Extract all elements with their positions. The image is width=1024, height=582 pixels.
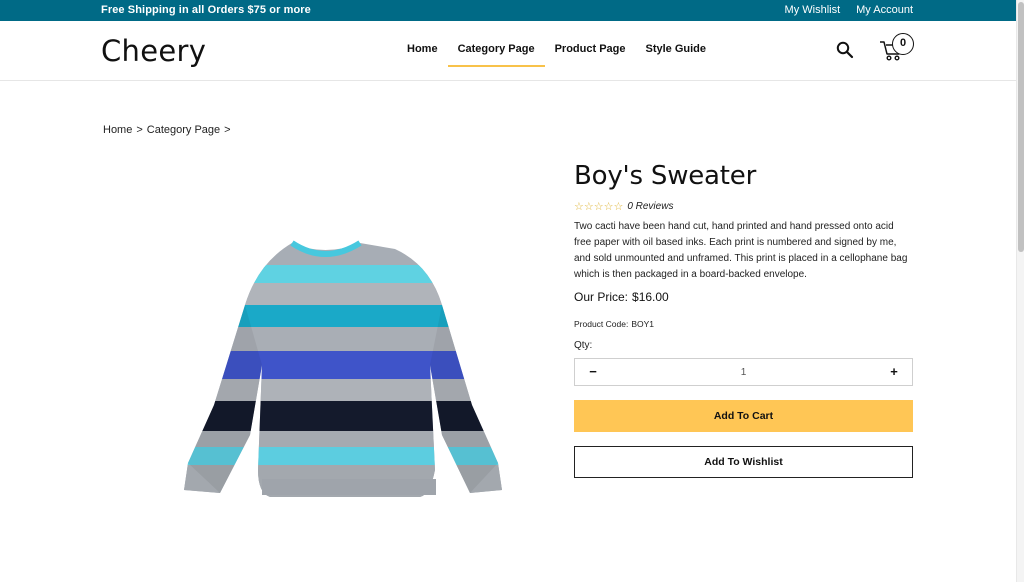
account-links: My Wishlist My Account (785, 4, 913, 16)
page-scrollbar[interactable] (1016, 0, 1024, 582)
breadcrumb-category-page[interactable]: Category Page (147, 124, 220, 136)
site-header: Cheery Home Category Page Product Page S… (0, 21, 1016, 81)
search-icon[interactable] (836, 41, 854, 59)
breadcrumb: Home > Category Page > (103, 124, 231, 136)
qty-label: Qty: (574, 340, 593, 351)
product-code-row: Product Code: BOY1 (574, 319, 913, 329)
product-image (180, 235, 505, 500)
add-to-cart-button[interactable]: Add To Cart (574, 400, 913, 432)
qty-input[interactable] (643, 366, 844, 378)
free-shipping-text: Free Shipping in all Orders $75 or more (101, 4, 311, 16)
product-code-value: BOY1 (631, 319, 655, 329)
promo-bar: Free Shipping in all Orders $75 or more … (0, 0, 1016, 21)
price-row: Our Price: $16.00 (574, 290, 913, 304)
sweater-icon (184, 240, 502, 497)
star-rating-icon[interactable]: ☆☆☆☆☆ (574, 200, 623, 213)
qty-decrease-button[interactable]: − (575, 359, 611, 385)
main-nav: Home Category Page Product Page Style Gu… (397, 21, 716, 81)
qty-increase-button[interactable]: + (876, 359, 912, 385)
nav-category-page[interactable]: Category Page (447, 21, 545, 67)
product-description: Two cacti have been hand cut, hand print… (574, 221, 908, 280)
rating-row: ☆☆☆☆☆ 0 Reviews (574, 200, 913, 213)
nav-product-page[interactable]: Product Page (545, 21, 636, 67)
product-title: Boy's Sweater (574, 161, 757, 191)
reviews-count[interactable]: 0 Reviews (627, 201, 673, 212)
product-details: Boy's Sweater ☆☆☆☆☆ 0 Reviews Two cacti … (574, 160, 913, 478)
site-logo[interactable]: Cheery (101, 34, 206, 68)
quantity-stepper: − + (574, 358, 913, 386)
price-label: Our Price: (574, 290, 629, 304)
scrollbar-thumb[interactable] (1018, 2, 1024, 252)
my-wishlist-link[interactable]: My Wishlist (785, 4, 841, 16)
add-to-wishlist-button[interactable]: Add To Wishlist (574, 446, 913, 478)
breadcrumb-home[interactable]: Home (103, 124, 132, 136)
cart-count-badge: 0 (892, 33, 914, 55)
price-value: $16.00 (632, 290, 669, 304)
nav-home[interactable]: Home (397, 21, 448, 67)
breadcrumb-separator: > (224, 124, 231, 136)
nav-style-guide[interactable]: Style Guide (636, 21, 717, 67)
my-account-link[interactable]: My Account (856, 4, 913, 16)
product-code-label: Product Code: (574, 319, 629, 329)
breadcrumb-separator: > (136, 124, 143, 136)
